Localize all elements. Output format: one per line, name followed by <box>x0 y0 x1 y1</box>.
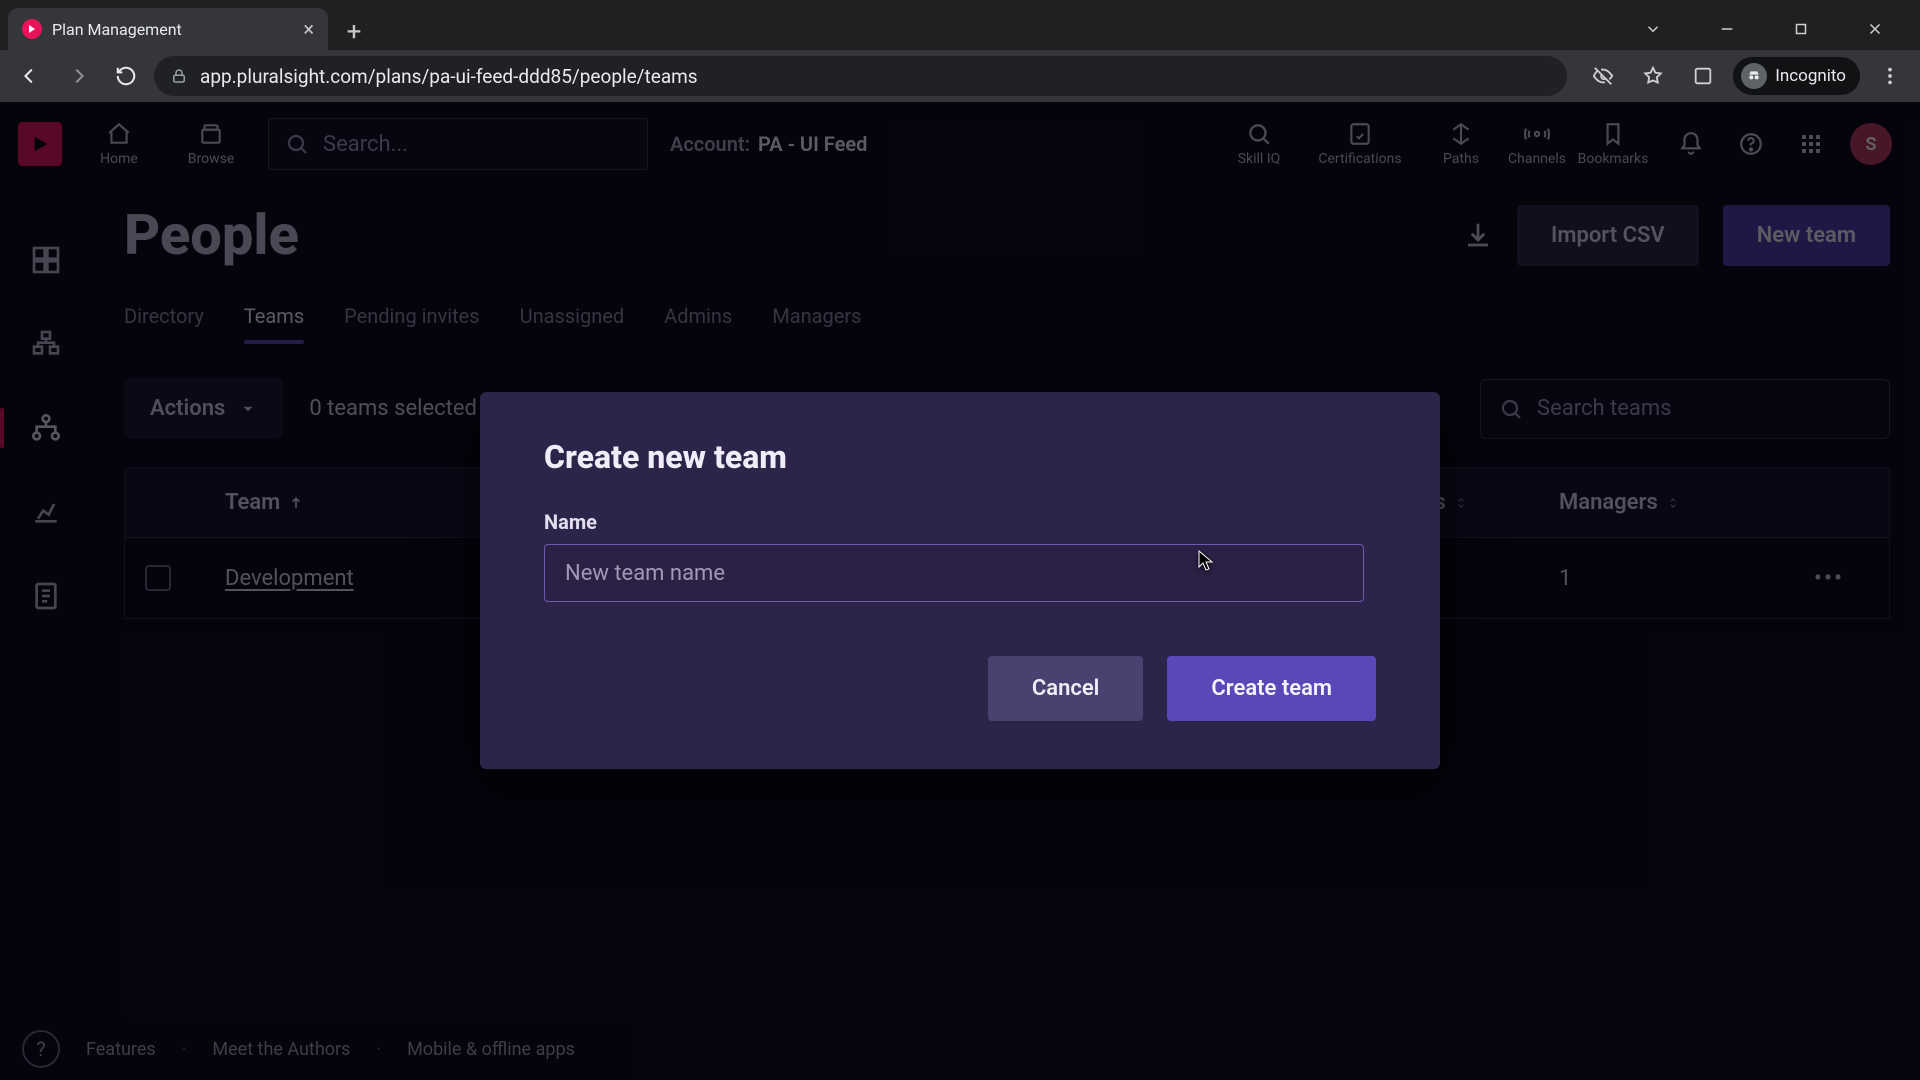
bookmark-star-icon[interactable] <box>1633 56 1673 96</box>
incognito-icon <box>1741 63 1767 89</box>
create-team-modal: Create new team Name Cancel Create team <box>480 392 1440 769</box>
tab-search-icon[interactable] <box>1630 9 1676 49</box>
create-team-button[interactable]: Create team <box>1167 656 1376 721</box>
site-favicon <box>22 19 42 39</box>
eye-off-icon[interactable] <box>1583 56 1623 96</box>
modal-title: Create new team <box>544 438 1376 476</box>
window-maximize-button[interactable] <box>1778 9 1824 49</box>
address-bar[interactable]: app.pluralsight.com/plans/pa-ui-feed-ddd… <box>154 56 1567 96</box>
incognito-indicator[interactable]: Incognito <box>1733 57 1860 95</box>
browser-tab-strip: Plan Management × + <box>0 0 1920 50</box>
browser-toolbar: app.pluralsight.com/plans/pa-ui-feed-ddd… <box>0 50 1920 102</box>
window-close-button[interactable] <box>1852 9 1898 49</box>
incognito-label: Incognito <box>1775 66 1846 86</box>
extensions-icon[interactable] <box>1683 56 1723 96</box>
browser-tab-active[interactable]: Plan Management × <box>8 8 328 50</box>
nav-back-button[interactable] <box>10 56 50 96</box>
tab-title: Plan Management <box>52 20 182 39</box>
team-name-input[interactable] <box>544 544 1364 602</box>
browser-menu-icon[interactable] <box>1870 56 1910 96</box>
nav-reload-button[interactable] <box>106 56 146 96</box>
tab-close-icon[interactable]: × <box>303 17 314 41</box>
cancel-button[interactable]: Cancel <box>988 656 1144 721</box>
nav-forward-button[interactable] <box>58 56 98 96</box>
address-bar-url: app.pluralsight.com/plans/pa-ui-feed-ddd… <box>200 65 698 88</box>
lock-icon <box>170 67 188 85</box>
new-tab-button[interactable]: + <box>336 14 372 50</box>
name-field-label: Name <box>544 510 1376 534</box>
window-controls <box>1630 8 1912 50</box>
window-minimize-button[interactable] <box>1704 9 1750 49</box>
